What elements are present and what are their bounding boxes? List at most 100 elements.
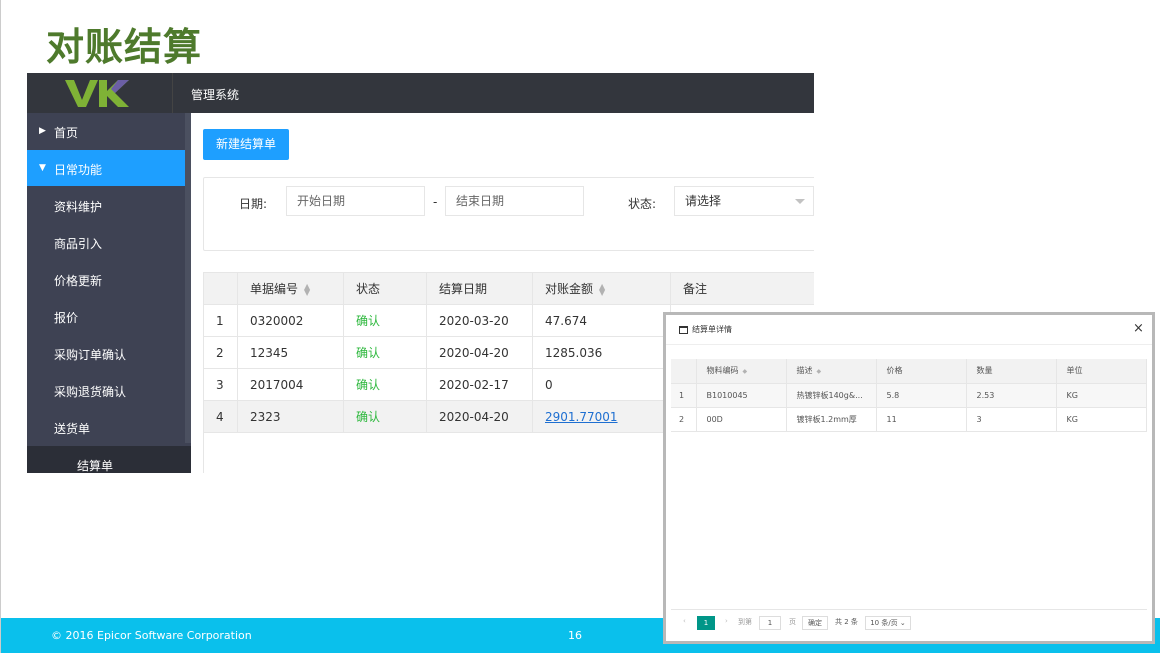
- row-date: 2020-03-20: [426, 304, 533, 337]
- close-icon[interactable]: ×: [1133, 321, 1144, 336]
- row-amount: 0: [532, 368, 671, 401]
- caret-down-icon: ▼: [39, 163, 46, 173]
- detail-header-row: 物料编码 ◆ 描述 ◆ 价格 数量 单位: [671, 359, 1147, 384]
- column-header-code[interactable]: 物料编码 ◆: [696, 359, 787, 384]
- sidebar-item-label: 采购订单确认: [54, 348, 127, 362]
- row-amount-cell: 2901.77001: [532, 400, 671, 433]
- sidebar-item-label: 资料维护: [54, 200, 103, 214]
- row-index: 2: [203, 336, 238, 369]
- sidebar-item-label: 结算单: [77, 459, 114, 473]
- sidebar-item-delivery[interactable]: 送货单: [27, 409, 185, 445]
- row-desc: 热镀锌板140g&...: [786, 383, 877, 408]
- sort-icon[interactable]: ▲ ▼: [304, 282, 310, 296]
- current-page[interactable]: 1: [697, 616, 715, 630]
- amount-link[interactable]: 2901.77001: [545, 410, 618, 424]
- column-header-qty: 数量: [966, 359, 1057, 384]
- row-status: 确认: [343, 400, 427, 433]
- sidebar-item-home[interactable]: ▶ 首页: [27, 113, 185, 149]
- copyright-text: © 2016 Epicor Software Corporation: [51, 629, 252, 642]
- sidebar-item-product-import[interactable]: 商品引入: [27, 224, 185, 260]
- sidebar-item-price-update[interactable]: 价格更新: [27, 261, 185, 297]
- sidebar-item-daily[interactable]: ▼ 日常功能: [27, 150, 185, 186]
- row-price: 11: [876, 407, 967, 432]
- row-code: 00D: [696, 407, 787, 432]
- logo: [27, 73, 173, 113]
- sidebar-item-label: 首页: [54, 126, 79, 140]
- sidebar: ▶ 首页 ▼ 日常功能 资料维护 商品引入 价格更新 报价 采购订单确认 采购退…: [27, 113, 191, 473]
- row-unit: KG: [1056, 407, 1147, 432]
- row-date: 2020-04-20: [426, 400, 533, 433]
- slide: 对账结算 管理系统 ▶ 首页 ▼ 日常功能 资料维护 商品引入 价格更新 报价 …: [0, 0, 1160, 653]
- new-settlement-button[interactable]: 新建结算单: [203, 129, 289, 160]
- column-header-no[interactable]: 单据编号 ▲ ▼: [237, 272, 344, 305]
- goto-label: 到第: [738, 618, 752, 626]
- start-date-input[interactable]: 开始日期: [286, 186, 425, 216]
- column-header-date: 结算日期: [426, 272, 533, 305]
- top-bar: 管理系统: [27, 73, 814, 113]
- sidebar-item-quote[interactable]: 报价: [27, 298, 185, 334]
- row-no: 2323: [237, 400, 344, 433]
- row-date: 2020-04-20: [426, 336, 533, 369]
- pagination: ‹ 1 › 到第 1 页 确定 共 2 条 10 条/页 ⌄: [671, 609, 1147, 635]
- page-unit-label: 页: [789, 618, 796, 626]
- sidebar-item-label: 价格更新: [54, 274, 103, 288]
- column-header-price: 价格: [876, 359, 967, 384]
- row-no: 0320002: [237, 304, 344, 337]
- caret-right-icon: ▶: [39, 126, 46, 136]
- row-date: 2020-02-17: [426, 368, 533, 401]
- dialog-title: 结算单详情: [692, 325, 732, 334]
- goto-confirm-button[interactable]: 确定: [802, 616, 828, 630]
- window-icon: [679, 326, 688, 334]
- goto-page-input[interactable]: 1: [759, 616, 781, 630]
- filter-panel: 日期: 开始日期 - 结束日期 状态: 请选择: [203, 177, 814, 251]
- sort-icon[interactable]: ◆: [743, 368, 748, 375]
- slide-title: 对账结算: [46, 25, 203, 69]
- row-code: B1010045: [696, 383, 787, 408]
- row-price: 5.8: [876, 383, 967, 408]
- row-index: 2: [671, 407, 697, 432]
- table-row[interactable]: 2 00D 镀锌板1.2mm厚 11 3 KG: [671, 407, 1147, 432]
- table-header-row: 单据编号 ▲ ▼ 状态 结算日期 对账金额 ▲ ▼ 备注: [203, 272, 814, 305]
- total-count: 共 2 条: [835, 618, 858, 626]
- row-status: 确认: [343, 304, 427, 337]
- sort-icon[interactable]: ▲ ▼: [599, 282, 605, 296]
- row-index: 3: [203, 368, 238, 401]
- index-header: [203, 272, 238, 305]
- row-amount: 1285.036: [532, 336, 671, 369]
- row-status: 确认: [343, 368, 427, 401]
- status-select[interactable]: 请选择: [674, 186, 814, 216]
- end-date-input[interactable]: 结束日期: [445, 186, 584, 216]
- row-index: 4: [203, 400, 238, 433]
- row-qty: 3: [966, 407, 1057, 432]
- sidebar-item-label: 日常功能: [54, 163, 103, 177]
- column-header-desc[interactable]: 描述 ◆: [786, 359, 877, 384]
- sidebar-item-label: 送货单: [54, 422, 91, 436]
- sidebar-item-settlement[interactable]: 结算单: [27, 446, 191, 473]
- page-size-select[interactable]: 10 条/页 ⌄: [865, 616, 911, 630]
- table-border: [203, 433, 204, 473]
- row-index: 1: [671, 383, 697, 408]
- settlement-detail-dialog: 结算单详情 × 物料编码 ◆ 描述 ◆ 价格 数量 单位 1 B1010045 热镀…: [663, 312, 1155, 644]
- prev-page-icon[interactable]: ‹: [683, 617, 686, 625]
- status-label: 状态:: [628, 197, 657, 211]
- table-row[interactable]: 1 B1010045 热镀锌板140g&... 5.8 2.53 KG: [671, 383, 1147, 408]
- sidebar-item-return-confirm[interactable]: 采购退货确认: [27, 372, 185, 408]
- row-status: 确认: [343, 336, 427, 369]
- next-page-icon[interactable]: ›: [725, 617, 728, 625]
- row-index: 1: [203, 304, 238, 337]
- sidebar-item-label: 采购退货确认: [54, 385, 127, 399]
- column-header-amount[interactable]: 对账金额 ▲ ▼: [532, 272, 671, 305]
- index-header: [671, 359, 697, 384]
- row-unit: KG: [1056, 383, 1147, 408]
- status-select-value: 请选择: [685, 194, 722, 208]
- chevron-down-icon: ⌄: [899, 619, 906, 627]
- detail-table: 物料编码 ◆ 描述 ◆ 价格 数量 单位 1 B1010045 热镀锌板140g&.…: [671, 359, 1147, 432]
- sidebar-item-data-maintenance[interactable]: 资料维护: [27, 187, 185, 223]
- date-label: 日期:: [239, 197, 268, 211]
- sidebar-item-po-confirm[interactable]: 采购订单确认: [27, 335, 185, 371]
- row-qty: 2.53: [966, 383, 1057, 408]
- sort-icon[interactable]: ◆: [817, 368, 822, 375]
- app-title: 管理系统: [191, 88, 240, 102]
- sidebar-item-label: 商品引入: [54, 237, 103, 251]
- column-header-unit: 单位: [1056, 359, 1147, 384]
